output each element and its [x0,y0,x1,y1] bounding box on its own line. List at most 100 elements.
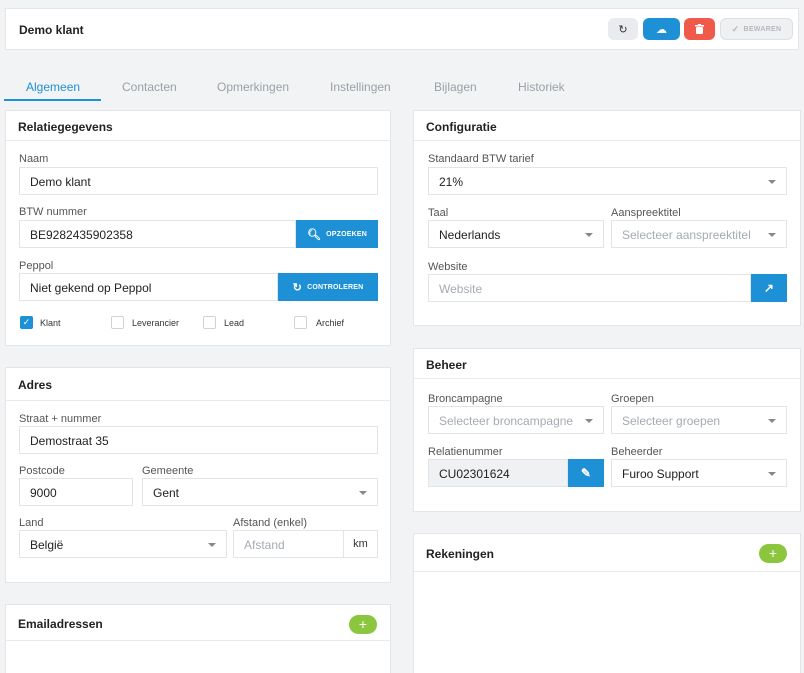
refresh-icon: ↻ [618,23,628,36]
checkbox-lead-label: Lead [224,318,245,328]
add-rekening-button[interactable]: + [759,544,787,563]
afstand-input[interactable]: Afstand [233,530,344,558]
taal-select[interactable]: Nederlands [428,220,604,248]
taal-value: Nederlands [439,228,501,242]
tab-contacten[interactable]: Contacten [122,80,177,94]
rekeningen-title: Rekeningen [414,534,800,572]
tab-algemeen[interactable]: Algemeen [26,80,80,94]
naam-input[interactable]: Demo klant [19,167,378,195]
naam-label: Naam [19,153,49,165]
configuratie-title: Configuratie [414,111,800,141]
beheer-card: Beheer Broncampagne Selecteer broncampag… [413,348,801,512]
tab-instellingen[interactable]: Instellingen [330,80,391,94]
plus-icon: + [358,616,368,632]
chevron-down-icon [768,419,776,423]
btw-tarief-value: 21% [439,175,464,189]
postcode-input[interactable]: 9000 [19,478,133,506]
chevron-down-icon [768,233,776,237]
afstand-unit: km [344,530,378,558]
aanspreek-select[interactable]: Selecteer aanspreektitel [611,220,787,248]
broncampagne-label: Broncampagne [428,393,503,405]
beheerder-select[interactable]: Furoo Support [611,459,787,487]
postcode-label: Postcode [19,465,65,477]
save-label: BEWAREN [743,25,782,33]
adres-card: Adres Straat + nummer Demostraat 35 Post… [5,367,391,583]
opzoeken-button[interactable]: 🔍︎ OPZOEKEN [296,220,378,248]
checkbox-archief[interactable] [294,316,307,329]
land-label: Land [19,517,44,529]
checkbox-klant[interactable]: ✓ [20,316,33,329]
opzoeken-label: OPZOEKEN [326,230,368,238]
chevron-down-icon [359,491,367,495]
groepen-label: Groepen [611,393,654,405]
checkbox-klant-label: Klant [40,318,61,328]
btw-tarief-select[interactable]: 21% [428,167,787,195]
aanspreek-label: Aanspreektitel [611,207,681,219]
external-link-icon: ↗ [763,281,775,295]
broncampagne-select[interactable]: Selecteer broncampagne [428,406,604,434]
refresh-button[interactable]: ↻ [608,18,638,40]
land-select[interactable]: België [19,530,227,558]
relatienummer-label: Relatienummer [428,446,503,458]
btw-label: BTW nummer [19,206,87,218]
checkbox-leverancier-label: Leverancier [132,318,180,328]
btw-tarief-label: Standaard BTW tarief [428,153,534,165]
checkbox-lead[interactable] [203,316,216,329]
trash-icon [695,24,704,34]
search-icon: 🔍︎ [306,228,322,241]
website-input[interactable]: Website [428,274,751,302]
btw-input[interactable]: BE9282435902358 [19,220,296,248]
check-icon: ✓ [731,23,740,34]
delete-button[interactable] [684,18,715,40]
beheerder-value: Furoo Support [622,467,699,481]
save-button[interactable]: ✓ BEWAREN [720,18,793,40]
upload-button[interactable]: ☁ [643,18,680,40]
tab-historiek[interactable]: Historiek [518,80,565,94]
adres-divider [6,400,390,401]
website-label: Website [428,261,468,273]
aanspreek-placeholder: Selecteer aanspreektitel [622,228,751,242]
taal-label: Taal [428,207,449,219]
edit-relatienummer-button[interactable]: ✎ [568,459,604,487]
straat-input[interactable]: Demostraat 35 [19,426,378,454]
active-tab-indicator [4,99,101,101]
controleren-label: CONTROLEREN [307,283,364,291]
gemeente-label: Gemeente [142,465,194,477]
chevron-down-icon [768,472,776,476]
tab-opmerkingen[interactable]: Opmerkingen [217,80,289,94]
relatie-card: Relatiegegevens Naam Demo klant BTW numm… [5,110,391,346]
checkbox-archief-label: Archief [316,318,345,328]
tab-bijlagen[interactable]: Bijlagen [434,80,477,94]
peppol-input[interactable]: Niet gekend op Peppol [19,273,278,301]
checkbox-leverancier[interactable] [111,316,124,329]
land-value: België [30,538,64,552]
adres-title: Adres [18,378,53,392]
gemeente-value: Gent [153,486,180,500]
chevron-down-icon [768,180,776,184]
cloud-upload-icon: ☁ [656,23,667,36]
email-title: Emailadressen [6,605,390,641]
relatie-title: Relatiegegevens [6,111,390,141]
open-website-button[interactable]: ↗ [751,274,787,302]
chevron-down-icon [585,233,593,237]
gemeente-select[interactable]: Gent [142,478,378,506]
chevron-down-icon [585,419,593,423]
groepen-select[interactable]: Selecteer groepen [611,406,787,434]
controleren-button[interactable]: ↻ CONTROLEREN [278,273,378,301]
groepen-placeholder: Selecteer groepen [622,414,721,428]
rekeningen-card: Rekeningen + [413,533,801,673]
pencil-icon: ✎ [580,466,592,480]
page-title: Demo klant [19,23,84,37]
relatienummer-input: CU02301624 [428,459,568,487]
afstand-label: Afstand (enkel) [233,517,307,529]
header-bar: Demo klant ↻ ☁ ✓ BEWAREN [5,8,799,50]
sync-icon: ↻ [292,281,303,294]
straat-label: Straat + nummer [19,413,102,425]
broncampagne-placeholder: Selecteer broncampagne [439,414,574,428]
email-card: Emailadressen + [5,604,391,673]
plus-icon: + [768,545,778,561]
add-email-button[interactable]: + [349,615,377,634]
beheer-title: Beheer [414,349,800,379]
beheerder-label: Beheerder [611,446,663,458]
configuratie-card: Configuratie Standaard BTW tarief 21% Ta… [413,110,801,326]
